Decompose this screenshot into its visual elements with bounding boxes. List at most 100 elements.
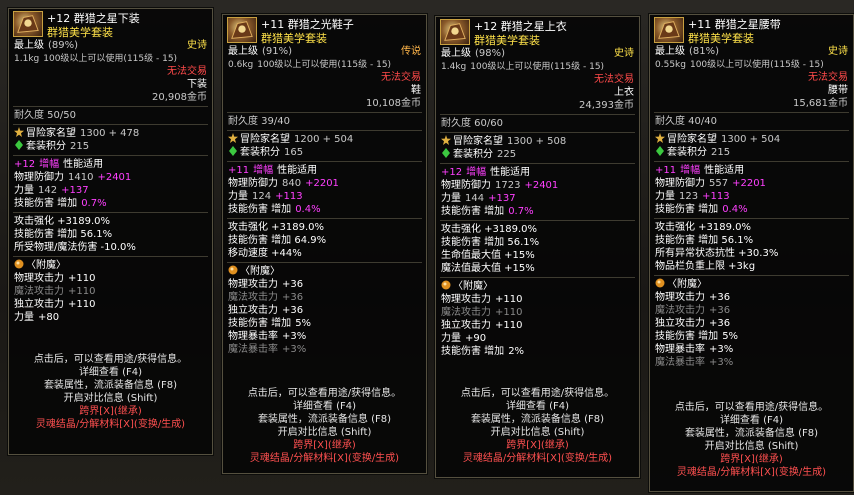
set-point-icon: [655, 146, 667, 158]
requirement-row: 0.55kg 100级以上可以使用(115级 - 15): [650, 58, 853, 71]
grade-label: 最上级: [441, 48, 471, 59]
enchant-label: 物理暴击率: [655, 344, 705, 355]
hint-set-attr[interactable]: 套装属性，流派装备信息 (F8): [223, 413, 426, 426]
enchant-label: 物理攻击力: [228, 279, 278, 290]
fame-row: 冒险家名望 1300 + 504: [650, 133, 853, 146]
divider: [13, 256, 208, 257]
fame-label: 冒险家名望: [453, 136, 503, 147]
durability: 耐久度 60/60: [441, 118, 503, 129]
price-row: 15,681金币: [650, 97, 853, 110]
hint-cross[interactable]: 跨界[X](继承): [436, 439, 639, 452]
fame-label: 冒险家名望: [667, 134, 717, 145]
enchant-row: 独立攻击力 +36: [650, 317, 853, 330]
hint-compare[interactable]: 开启对比信息 (Shift): [223, 426, 426, 439]
hint-compare[interactable]: 开启对比信息 (Shift): [9, 392, 212, 405]
set-point-label: 套装积分: [667, 147, 707, 158]
hint-detail[interactable]: 详细查看 (F4): [436, 400, 639, 413]
hint-soul[interactable]: 灵魂结晶/分解材料[X](变换/生成): [9, 418, 212, 431]
hint-detail[interactable]: 详细查看 (F4): [223, 400, 426, 413]
item-price: 24,393金币: [579, 100, 634, 111]
hint-compare[interactable]: 开启对比信息 (Shift): [650, 440, 853, 453]
effect-row: 技能伤害 增加 56.1%: [655, 235, 754, 246]
hint-detail[interactable]: 详细查看 (F4): [9, 366, 212, 379]
enchant-label: 力量: [441, 333, 461, 344]
grade-percent: (81%): [689, 46, 720, 57]
amplify-row: +11 增幅 性能适用: [223, 164, 426, 177]
hint-compare[interactable]: 开启对比信息 (Shift): [436, 426, 639, 439]
stat-label: 力量: [14, 185, 34, 196]
grade-row: 最上级 (91%) 传说: [223, 45, 426, 58]
fame-value: 1300 + 508: [507, 136, 567, 147]
item-slot: 上衣: [614, 87, 634, 98]
stat-label: 物理防御力: [441, 180, 491, 191]
trade-status: 无法交易: [594, 74, 634, 85]
item-icon[interactable]: [227, 17, 257, 43]
hint-click-info: 点击后，可以查看用途/获得信息。: [460, 388, 615, 399]
item-set-name: 群猎美学套装: [474, 34, 540, 47]
effect-row: 攻击强化 +3189.0%: [655, 222, 752, 233]
price-row: 20,908金币: [9, 91, 212, 104]
set-point-icon: [228, 146, 240, 158]
hint-click-info: 点击后，可以查看用途/获得信息。: [674, 402, 829, 413]
fame-value: 1300 + 478: [80, 128, 140, 139]
stat-label: 技能伤害 增加: [441, 206, 505, 217]
level-requirement: 100级以上可以使用(115级 - 15): [43, 54, 178, 64]
set-point-value: 225: [497, 149, 517, 160]
hint-set-attr[interactable]: 套装属性，流派装备信息 (F8): [436, 413, 639, 426]
enchant-row: 独立攻击力 +36: [223, 304, 426, 317]
item-icon[interactable]: [654, 17, 684, 43]
enchant-row: 独立攻击力 +110: [9, 298, 212, 311]
enchant-value: +36: [282, 305, 304, 316]
effect-row: 所受物理/魔法伤害 -10.0%: [14, 242, 136, 253]
stat-bonus: 0.4%: [295, 204, 321, 215]
effect-row: 物品栏负重上限 +3kg: [655, 261, 756, 272]
stat-base: 1410: [68, 172, 94, 183]
stat-base: 142: [38, 185, 58, 196]
fame-row: 冒险家名望 1300 + 478: [9, 127, 212, 140]
hint-detail[interactable]: 详细查看 (F4): [650, 414, 853, 427]
enchant-row: 技能伤害 增加 5%: [650, 330, 853, 343]
hint-set-attr[interactable]: 套装属性，流派装备信息 (F8): [9, 379, 212, 392]
item-weight: 1.4kg: [441, 62, 467, 72]
slot-row: 腰带: [650, 84, 853, 97]
divider: [227, 161, 422, 162]
hint-cross[interactable]: 跨界[X](继承): [223, 439, 426, 452]
stat-label: 技能伤害 增加: [228, 204, 292, 215]
hint-soul[interactable]: 灵魂结晶/分解材料[X](变换/生成): [223, 452, 426, 465]
hint-cross[interactable]: 跨界[X](继承): [9, 405, 212, 418]
enchant-row: 魔法暴击率 +3%: [650, 356, 853, 369]
set-point-label: 套装积分: [240, 147, 280, 158]
trade-row: 无法交易: [650, 71, 853, 84]
fame-icon: [14, 127, 26, 139]
enchant-value: +110: [68, 273, 96, 284]
enchant-value: +3%: [709, 344, 734, 355]
hint-soul[interactable]: 灵魂结晶/分解材料[X](变换/生成): [650, 466, 853, 479]
hint-soul[interactable]: 灵魂结晶/分解材料[X](变换/生成): [436, 452, 639, 465]
stat-bonus: +113: [702, 191, 730, 202]
enchant-label: 独立攻击力: [228, 305, 278, 316]
tooltip-hints: 点击后，可以查看用途/获得信息。 详细查看 (F4) 套装属性，流派装备信息 (F8…: [223, 387, 426, 465]
hint-set-attr[interactable]: 套装属性，流派装备信息 (F8): [650, 427, 853, 440]
enchant-title: 〈附魔〉: [667, 279, 707, 290]
divider: [227, 218, 422, 219]
stat-row: 物理防御力 1723 +2401: [436, 179, 639, 192]
item-tooltip-panel: +11 群猎之星腰带 群猎美学套装 最上级 (81%) 史诗 0.55kg 100级以上可以…: [649, 14, 854, 492]
divider: [440, 132, 635, 133]
enchant-icon: [14, 259, 26, 271]
effect-row: 攻击强化 +3189.0%: [441, 224, 538, 235]
durability: 耐久度 40/40: [655, 116, 717, 127]
grade-row: 最上级 (89%) 史诗: [9, 39, 212, 52]
price-row: 10,108金币: [223, 97, 426, 110]
enchant-header: 〈附魔〉: [223, 265, 426, 278]
stat-label: 物理防御力: [228, 178, 278, 189]
durability-row: 耐久度 39/40: [223, 115, 426, 128]
stat-bonus: +113: [275, 191, 303, 202]
item-icon[interactable]: [440, 19, 470, 45]
enchant-row: 技能伤害 增加 2%: [436, 345, 639, 358]
fame-icon: [228, 133, 240, 145]
stat-bonus: +2201: [305, 178, 339, 189]
stat-bonus: 0.4%: [722, 204, 748, 215]
hint-cross[interactable]: 跨界[X](继承): [650, 453, 853, 466]
item-icon[interactable]: [13, 11, 43, 37]
divider: [440, 220, 635, 221]
